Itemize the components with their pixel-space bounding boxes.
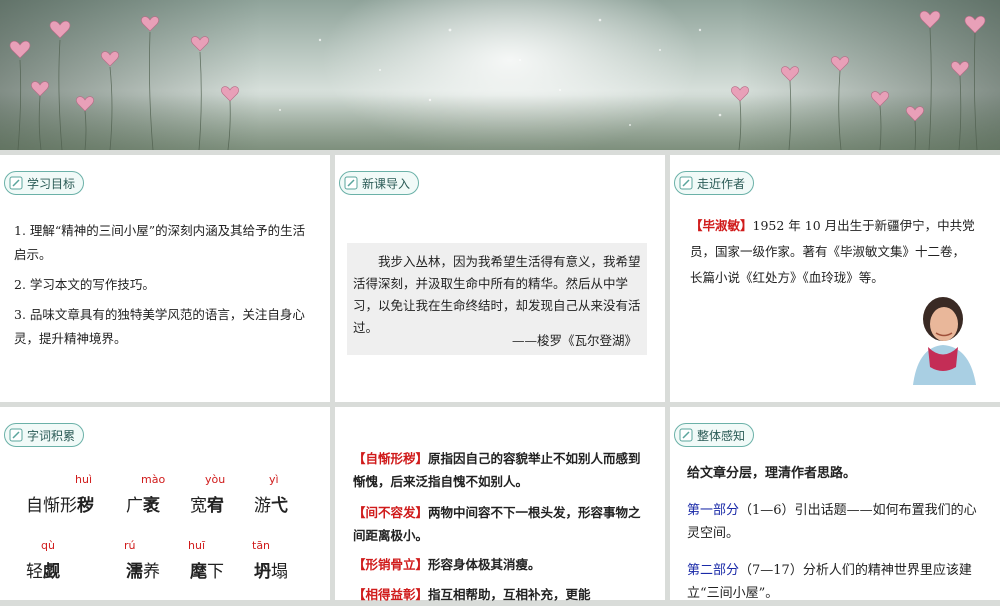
- vocab-pinyin: rú: [124, 539, 136, 552]
- overview-part-1: 第一部分（1—6）引出话题——如何布置我们的心灵空间。: [687, 499, 977, 545]
- vocab-pinyin: huì: [75, 473, 92, 486]
- lesson-intro-panel: 新课导入 我步入丛林，因为我希望生活得有意义，我希望活得深刻，并汲取生命中所有的…: [335, 155, 665, 402]
- edit-note-icon: [9, 428, 23, 442]
- vocab-term: 濡养: [126, 562, 160, 582]
- edit-note-icon: [679, 176, 693, 190]
- vocabulary-badge: 字词积累: [4, 423, 85, 447]
- overview-badge: 整体感知: [674, 423, 755, 447]
- badge-label: 整体感知: [697, 428, 746, 443]
- definition-text: 形容身体极其消瘦。: [428, 557, 541, 572]
- part-range: （1—6）: [739, 503, 795, 518]
- header-banner: [0, 0, 1000, 150]
- definition-term: 【间不容发】: [353, 505, 429, 520]
- vocab-pinyin: qù: [41, 539, 55, 552]
- goal-item-2: 2. 学习本文的写作技巧。: [14, 277, 155, 292]
- edit-note-icon: [344, 176, 358, 190]
- vocab-term: 麾下: [190, 562, 224, 582]
- overview-part-2: 第二部分（7—17）分析人们的精神世界里应该建立“三间小屋”。: [687, 559, 977, 605]
- goal-item-3: 3. 品味文章具有的独特美学风范的语言，关注自身心灵，提升精神境界。: [14, 307, 305, 346]
- quote-text: 我步入丛林，因为我希望生活得有意义，我希望活得深刻，并汲取生命中所有的精华。然后…: [353, 254, 641, 335]
- author-name: 【毕淑敏】: [690, 218, 753, 233]
- edit-note-icon: [9, 176, 23, 190]
- learning-goals-panel: 学习目标 1. 理解“精神的三间小屋”的深刻内涵及其给予的生活启示。 2. 学习…: [0, 155, 330, 402]
- author-badge: 走近作者: [674, 171, 755, 195]
- vocab-term: 游弋: [254, 496, 288, 516]
- part-label: 第二部分: [687, 563, 740, 578]
- overview-heading: 给文章分层，理清作者思路。: [687, 466, 857, 481]
- overview-panel: 整体感知 给文章分层，理清作者思路。 第一部分（1—6）引出话题——如何布置我们…: [670, 407, 1000, 601]
- part-label: 第一部分: [687, 503, 740, 518]
- definition-1: 【自惭形秽】原指因自己的容貌举止不如别人而感到惭愧，后来泛指自愧不如别人。: [353, 447, 653, 493]
- vocab-pinyin: yì: [269, 473, 279, 486]
- edit-note-icon: [679, 428, 693, 442]
- badge-label: 学习目标: [27, 176, 76, 191]
- vocab-term: 自惭形秽: [26, 496, 94, 516]
- vocab-term: 轻觑: [26, 562, 60, 582]
- vocab-term: 宽宥: [190, 496, 224, 516]
- definitions-panel: 【自惭形秽】原指因自己的容貌举止不如别人而感到惭愧，后来泛指自愧不如别人。 【间…: [335, 407, 665, 602]
- definition-term: 【形销骨立】: [353, 557, 429, 572]
- part-range: （7—17）: [739, 563, 803, 578]
- lesson-intro-badge: 新课导入: [339, 171, 420, 195]
- definition-4: 【相得益彰】指互相帮助，互相补充，更能: [353, 583, 653, 606]
- vocab-pinyin: yòu: [205, 473, 226, 486]
- quote-source: ——梭罗《瓦尔登湖》: [511, 333, 637, 348]
- definition-2: 【间不容发】两物中间容不下一根头发，形容事物之间距离极小。: [353, 501, 653, 547]
- vocabulary-panel: 字词积累 huì 自惭形秽 mào 广袤 yòu 宽宥 yì 游弋 qù 轻觑 rú 濡养 huī 麾下 t…: [0, 407, 330, 600]
- heart-flowers-illustration: [9, 10, 986, 150]
- quote-box: 我步入丛林，因为我希望生活得有意义，我希望活得深刻，并汲取生命中所有的精华。然后…: [347, 243, 647, 355]
- badge-label: 走近作者: [697, 176, 746, 191]
- definition-3: 【形销骨立】形容身体极其消瘦。: [353, 553, 653, 576]
- vocab-pinyin: tān: [252, 539, 271, 552]
- vocab-term: 广袤: [126, 496, 160, 516]
- badge-label: 字词积累: [27, 428, 76, 443]
- badge-label: 新课导入: [362, 176, 411, 191]
- author-portrait: [898, 269, 988, 385]
- vocab-pinyin: mào: [141, 473, 166, 486]
- learning-goals-badge: 学习目标: [4, 171, 85, 195]
- definition-term: 【自惭形秽】: [353, 451, 429, 466]
- vocab-pinyin: huī: [188, 539, 205, 552]
- vocab-term: 坍塌: [254, 562, 288, 582]
- author-panel: 走近作者 【毕淑敏】1952 年 10 月出生于新疆伊宁，中共党员，国家一级作家…: [670, 155, 1000, 402]
- goal-item-1: 1. 理解“精神的三间小屋”的深刻内涵及其给予的生活启示。: [14, 223, 306, 262]
